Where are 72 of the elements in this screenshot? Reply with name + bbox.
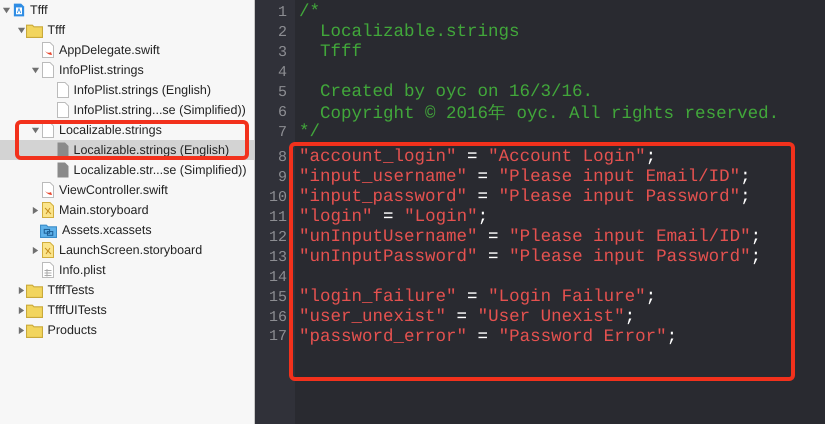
code-line: "unInputUsername" = "Please input Email/ID"; [299, 227, 762, 247]
line-number: 11 [268, 208, 287, 226]
file-item[interactable]: Main.storyboard [0, 200, 254, 220]
code-line: Tfff [319, 42, 362, 62]
disclosure-triangle-icon[interactable] [16, 26, 26, 34]
storyboard-file-icon [42, 202, 54, 218]
line-number: 8 [276, 148, 287, 166]
line-number: 17 [268, 327, 287, 347]
disclosure-triangle-icon[interactable] [31, 246, 40, 254]
file-icon [42, 62, 54, 78]
disclosure-triangle-icon[interactable] [16, 306, 26, 314]
disclosure-triangle-icon[interactable] [31, 126, 40, 134]
code-line: "account_login" = "Account Login"; [299, 147, 656, 167]
disclosure-triangle-icon[interactable] [2, 6, 11, 14]
line-number: 6 [276, 104, 287, 120]
file-item[interactable]: Products [0, 320, 254, 340]
line-number: 14 [268, 268, 287, 286]
disclosure-triangle-icon[interactable] [16, 326, 26, 334]
disclosure-triangle-icon[interactable] [31, 66, 40, 74]
line-number: 4 [276, 64, 287, 80]
code-line: Created by oyc on 16/3/16. [319, 82, 594, 102]
file-item[interactable]: ViewController.swift [0, 180, 254, 200]
file-item[interactable]: Localizable.strings (English) [0, 140, 254, 160]
file-item[interactable]: InfoPlist.string...se (Simplified)) [0, 100, 254, 120]
swift-file-icon [42, 42, 54, 58]
file-item[interactable]: Info.plist [0, 260, 254, 280]
disclosure-triangle-icon[interactable] [16, 286, 26, 294]
line-number: 13 [268, 248, 287, 266]
asset-folder-icon [40, 222, 57, 238]
code-line: "input_username" = "Please input Email/ID"; [299, 167, 751, 187]
file-item[interactable]: AppDelegate.swift [0, 40, 254, 60]
folder-icon [26, 302, 42, 318]
file-item[interactable]: InfoPlist.strings (English) [0, 80, 254, 100]
file-item[interactable]: Tfff [0, 0, 254, 20]
code-line: "password_error" = "Password Error"; [299, 327, 678, 347]
code-line: Copyright © 2016年 oyc. All rights reserved. [319, 103, 780, 124]
file-item[interactable]: InfoPlist.strings [0, 60, 254, 80]
line-number: 12 [268, 228, 287, 246]
file-item[interactable]: Localizable.str...se (Simplified)) [0, 160, 254, 180]
file-item[interactable]: Tfff [0, 20, 254, 40]
file-icon [56, 102, 68, 118]
code-line: "user_unexist" = "User Unexist"; [299, 307, 636, 327]
line-number: 3 [276, 44, 287, 60]
file-icon [56, 142, 68, 158]
code-line: "login" = "Login"; [299, 207, 488, 227]
line-number: 15 [268, 288, 287, 306]
file-item[interactable]: Assets.xcassets [0, 220, 254, 240]
disclosure-triangle-icon[interactable] [31, 206, 40, 214]
line-number: 10 [268, 188, 287, 206]
line-number: 2 [276, 24, 287, 40]
storyboard-file-icon [42, 242, 54, 258]
plist-file-icon [42, 262, 54, 278]
line-number: 1 [276, 4, 287, 20]
file-icon [56, 162, 68, 178]
code-line: "input_password" = "Please input Password"; [299, 187, 751, 207]
file-item[interactable]: LaunchScreen.storyboard [0, 240, 254, 260]
swift-file-icon [42, 182, 54, 198]
file-item[interactable]: TfffTests [0, 280, 254, 300]
code-line: */ [299, 122, 320, 142]
code-line: Localizable.strings [319, 22, 520, 42]
line-number: 9 [276, 168, 287, 186]
code-line: "login_failure" = "Login Failure"; [299, 287, 656, 307]
line-number: 5 [276, 84, 287, 100]
code-line: "unInputPassword" = "Please input Password"; [299, 247, 762, 267]
line-number: 7 [276, 124, 287, 140]
folder-icon [26, 22, 42, 38]
line-number: 16 [268, 308, 287, 326]
file-item[interactable]: TfffUITests [0, 300, 254, 320]
code-line: /* [299, 2, 320, 22]
folder-icon [26, 322, 42, 338]
folder-icon [26, 282, 42, 298]
file-icon [56, 82, 68, 98]
